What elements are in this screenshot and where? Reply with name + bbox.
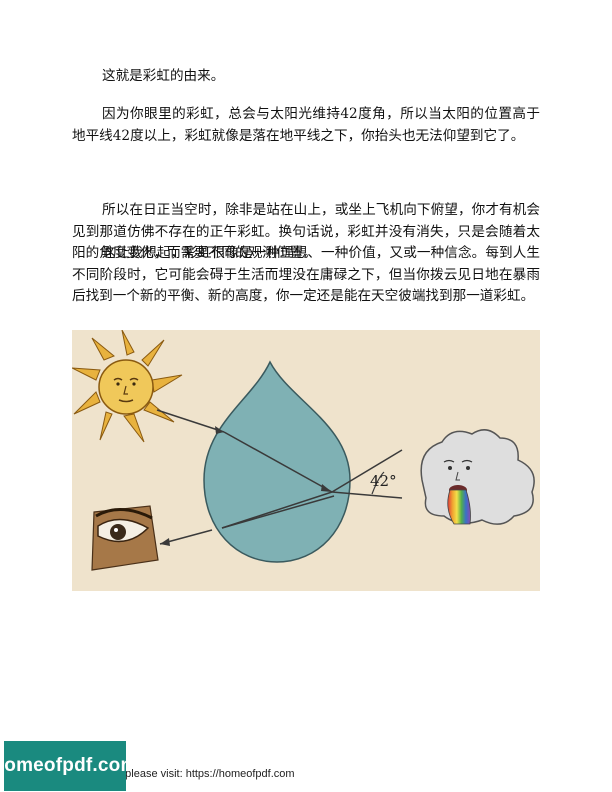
eye-icon: [91, 505, 159, 571]
cloud-face-icon: [420, 429, 535, 525]
paragraph-2: 因为你眼里的彩虹，总会与太阳光维持42度角，所以当太阳的位置高于地平线42度以上…: [72, 106, 540, 144]
angle-label: 42°: [370, 472, 397, 490]
sun-icon: [72, 330, 183, 443]
rainbow-diagram-svg: 42°: [72, 330, 535, 571]
footer-note: e please visit: https://homeofpdf.com: [116, 768, 295, 780]
homeofpdf-logo[interactable]: homeofpdf.com: [0, 741, 137, 791]
footer: e please visit: https://homeofpdf.com ho…: [0, 741, 304, 791]
paragraph-4: 这让我想起，彩虹很像是一种理想、一种价值，又或一种信念。每到人生不同阶段时，它可…: [72, 245, 540, 304]
rainbow-diagram-illustration: 42°: [72, 330, 540, 591]
paragraph-1: 这就是彩虹的由来。: [102, 68, 225, 84]
document-page: 这就是彩虹的由来。 因为你眼里的彩虹，总会与太阳光维持42度角，所以当太阳的位置…: [0, 0, 612, 792]
